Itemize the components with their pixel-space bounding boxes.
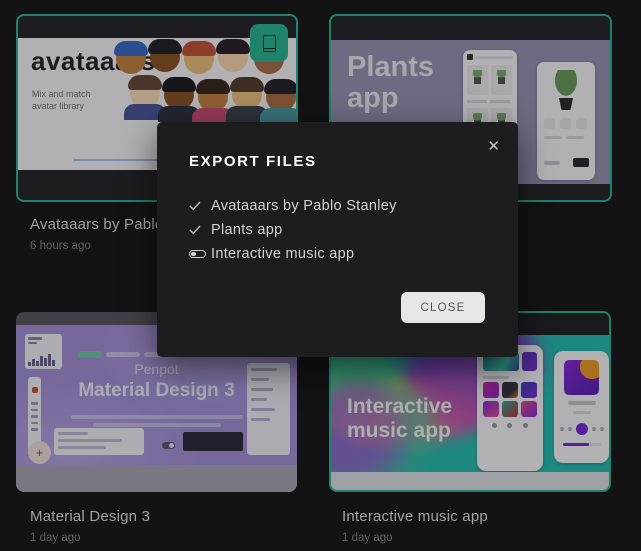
- modal-title: EXPORT FILES: [189, 153, 317, 170]
- check-icon: [189, 201, 211, 211]
- close-button[interactable]: CLOSE: [401, 292, 485, 323]
- export-item-label: Avataaars by Pablo Stanley: [211, 198, 397, 214]
- export-item: Plants app: [189, 218, 397, 242]
- export-item: Interactive music app: [189, 242, 397, 266]
- dashboard-projects-grid: avataaars Mix and match avatar library: [0, 0, 641, 551]
- export-file-list: Avataaars by Pablo Stanley Plants app In…: [189, 194, 397, 266]
- check-icon: [189, 225, 211, 235]
- export-files-modal: ✕ EXPORT FILES Avataaars by Pablo Stanle…: [157, 122, 518, 357]
- export-item-label: Plants app: [211, 222, 283, 238]
- close-icon[interactable]: ✕: [483, 133, 504, 159]
- export-item-label: Interactive music app: [211, 246, 354, 262]
- export-progress-icon: [189, 250, 211, 258]
- export-item: Avataaars by Pablo Stanley: [189, 194, 397, 218]
